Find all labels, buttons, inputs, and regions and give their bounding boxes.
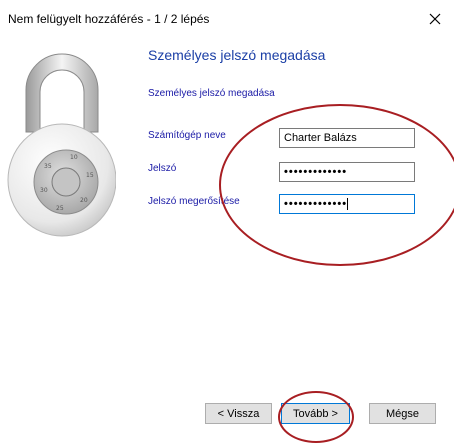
svg-text:10: 10 — [70, 154, 78, 161]
svg-text:25: 25 — [56, 205, 64, 212]
window-title: Nem felügyelt hozzáférés - 1 / 2 lépés — [8, 12, 210, 26]
annotation-ellipse-next — [278, 391, 354, 443]
close-icon — [429, 13, 441, 25]
page-heading: Személyes jelszó megadása — [148, 47, 326, 63]
page-subheading: Személyes jelszó megadása — [148, 88, 275, 99]
svg-text:15: 15 — [86, 172, 94, 179]
computer-name-label: Számítógép neve — [148, 130, 226, 141]
svg-text:30: 30 — [40, 187, 48, 194]
back-button[interactable]: < Vissza — [205, 403, 272, 424]
svg-text:35: 35 — [44, 163, 52, 170]
svg-text:20: 20 — [80, 197, 88, 204]
cancel-button[interactable]: Mégse — [369, 403, 436, 424]
padlock-icon: 10 15 20 25 30 35 — [7, 53, 116, 237]
annotation-ellipse-fields — [219, 104, 454, 266]
password-label: Jelszó — [148, 163, 177, 174]
title-bar: Nem felügyelt hozzáférés - 1 / 2 lépés — [0, 0, 454, 38]
close-button[interactable] — [420, 4, 450, 34]
